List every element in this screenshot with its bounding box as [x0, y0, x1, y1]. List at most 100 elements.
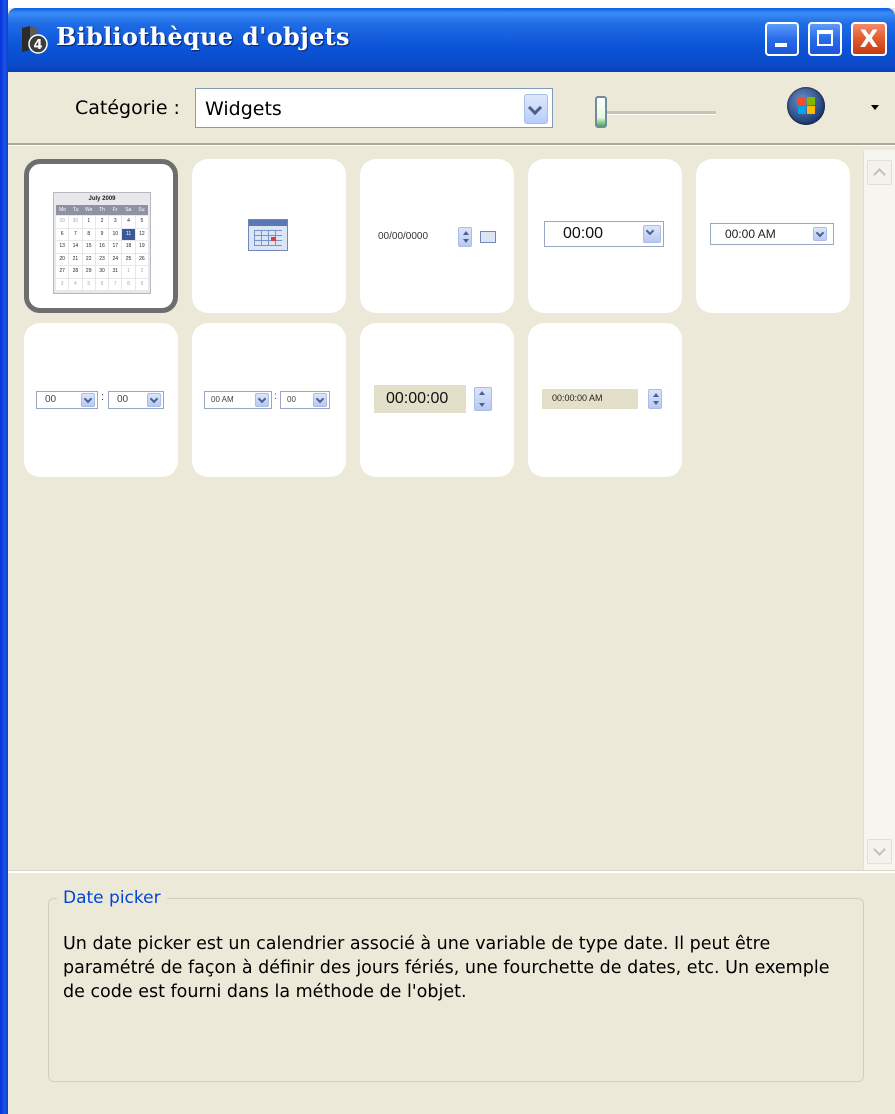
calendar-day: 30	[95, 266, 109, 278]
minimize-button[interactable]	[765, 22, 799, 56]
calendar-day: 2	[95, 216, 109, 228]
tile-calendar-icon[interactable]	[192, 159, 346, 313]
tile-calendar[interactable]: July 2009 Mo Tu We Th Fr Sa Su 29 30 1 2 3 4 5 6 7 8 9 10…	[24, 159, 178, 313]
calendar-day: 31	[109, 266, 122, 278]
scroll-up-button[interactable]	[867, 160, 892, 185]
calendar-icon	[248, 219, 288, 251]
category-value: Widgets	[205, 98, 282, 120]
calendar-weekdays: Mo Tu We Th Fr Sa Su	[56, 205, 148, 215]
am-hour-dropdown: 00 AM	[204, 391, 272, 409]
calendar-day: 27	[56, 266, 69, 278]
minute-dropdown: 00	[108, 391, 164, 409]
svg-text:4: 4	[33, 38, 42, 53]
calendar-icon	[480, 231, 496, 243]
spinner-icon	[458, 227, 472, 247]
calendar-day: 24	[109, 253, 122, 265]
hour-dropdown-text: 00	[45, 394, 57, 405]
calendar-day: 4	[122, 216, 135, 228]
calendar-day: 5	[82, 278, 95, 290]
toolbar-separator	[8, 143, 895, 146]
calendar-day: 25	[122, 253, 135, 265]
calendar-day: 6	[56, 228, 69, 240]
calendar-weekday: Su	[138, 207, 145, 213]
tile-hm-dropdowns[interactable]: 00 : 00	[24, 323, 178, 477]
calendar-day: 9	[135, 278, 148, 290]
calendar-day: 21	[69, 253, 82, 265]
calendar-weekday: Fr	[112, 207, 118, 213]
calendar-day: 6	[95, 278, 109, 290]
time-dropdown-text: 00:00	[563, 225, 604, 242]
calendar-day: 10	[109, 228, 122, 240]
panel-separator	[8, 870, 895, 873]
tile-time-am-dropdown[interactable]: 00:00 AM	[696, 159, 850, 313]
calendar-weekday: Sa	[125, 207, 132, 213]
time-am-spinner-text: 00:00:00 AM	[552, 393, 603, 403]
spinner-icon	[474, 387, 492, 411]
tile-time-dropdown[interactable]: 00:00	[528, 159, 682, 313]
calendar-weekday: Tu	[72, 207, 79, 213]
4d-app-icon: 4	[22, 26, 48, 54]
vertical-scrollbar[interactable]	[863, 150, 895, 872]
time-am-spinner-field: 00:00:00 AM	[542, 389, 638, 409]
calendar-day: 3	[56, 278, 69, 290]
object-grid: July 2009 Mo Tu We Th Fr Sa Su 29 30 1 2 3 4 5 6 7 8 9 10…	[8, 147, 863, 867]
scroll-down-button[interactable]	[867, 839, 892, 864]
calendar-month: July 2009	[88, 196, 116, 202]
window-title: Bibliothèque d'objets	[56, 22, 350, 51]
calendar-day: 12	[135, 228, 148, 240]
category-dropdown[interactable]: Widgets	[195, 88, 553, 128]
calendar-day: 28	[69, 266, 82, 278]
calendar-day: 15	[82, 241, 95, 253]
calendar-day: 17	[109, 241, 122, 253]
calendar-weekday: We	[85, 207, 93, 213]
calendar-weekday: Mo	[59, 207, 67, 213]
zoom-slider-track[interactable]	[598, 111, 716, 115]
calendar-day: 26	[135, 253, 148, 265]
chevron-down-icon	[313, 393, 327, 407]
calendar-day: 1	[122, 266, 135, 278]
tile-am-hm-dropdowns[interactable]: 00 AM : 00	[192, 323, 346, 477]
calendar-day: 7	[69, 228, 82, 240]
tile-time-spinner[interactable]: 00:00:00	[360, 323, 514, 477]
calendar-day: 1	[82, 216, 95, 228]
calendar-day: 18	[122, 241, 135, 253]
chevron-down-icon	[255, 393, 269, 407]
calendar-day: 30	[69, 216, 82, 228]
menu-arrow-icon[interactable]	[871, 105, 879, 110]
spinner-icon	[648, 389, 662, 409]
calendar-day: 20	[56, 253, 69, 265]
description-title: Date picker	[57, 888, 167, 908]
tile-time-am-spinner[interactable]: 00:00:00 AM	[528, 323, 682, 477]
time-am-dropdown-box: 00:00 AM	[710, 223, 834, 245]
hour-dropdown: 00	[36, 391, 98, 409]
chevron-down-icon	[147, 393, 161, 407]
time-dropdown-box: 00:00	[544, 221, 664, 247]
calendar-day: 3	[109, 216, 122, 228]
tile-date-entry[interactable]: 00/00/0000	[360, 159, 514, 313]
top-border	[0, 0, 895, 8]
chevron-down-icon[interactable]	[524, 94, 548, 124]
minute-dropdown-text: 00	[117, 394, 129, 405]
close-icon: X	[859, 25, 879, 53]
time-spinner-text: 00:00:00	[386, 390, 449, 407]
calendar-day: 23	[95, 253, 109, 265]
chevron-down-icon	[81, 393, 95, 407]
maximize-button[interactable]	[808, 22, 842, 56]
close-button[interactable]: X	[851, 22, 887, 56]
am-minute-dropdown-text: 00	[287, 395, 296, 404]
calendar-day: 2	[135, 266, 148, 278]
window-frame-left	[0, 0, 8, 1114]
time-spinner-field: 00:00:00	[374, 385, 466, 413]
calendar-preview: July 2009 Mo Tu We Th Fr Sa Su 29 30 1 2 3 4 5 6 7 8 9 10…	[53, 192, 151, 294]
calendar-day: 13	[56, 241, 69, 253]
zoom-slider-thumb[interactable]	[595, 96, 607, 128]
calendar-day: 9	[95, 228, 109, 240]
am-minute-dropdown: 00	[280, 391, 330, 409]
time-am-dropdown-text: 00:00 AM	[725, 227, 776, 241]
calendar-weekday: Th	[99, 207, 105, 213]
chevron-down-icon	[643, 225, 661, 243]
category-label: Catégorie :	[75, 97, 180, 119]
windows-logo-icon[interactable]	[787, 87, 825, 125]
chevron-down-icon	[813, 227, 827, 241]
date-entry-text: 00/00/0000	[378, 231, 429, 242]
